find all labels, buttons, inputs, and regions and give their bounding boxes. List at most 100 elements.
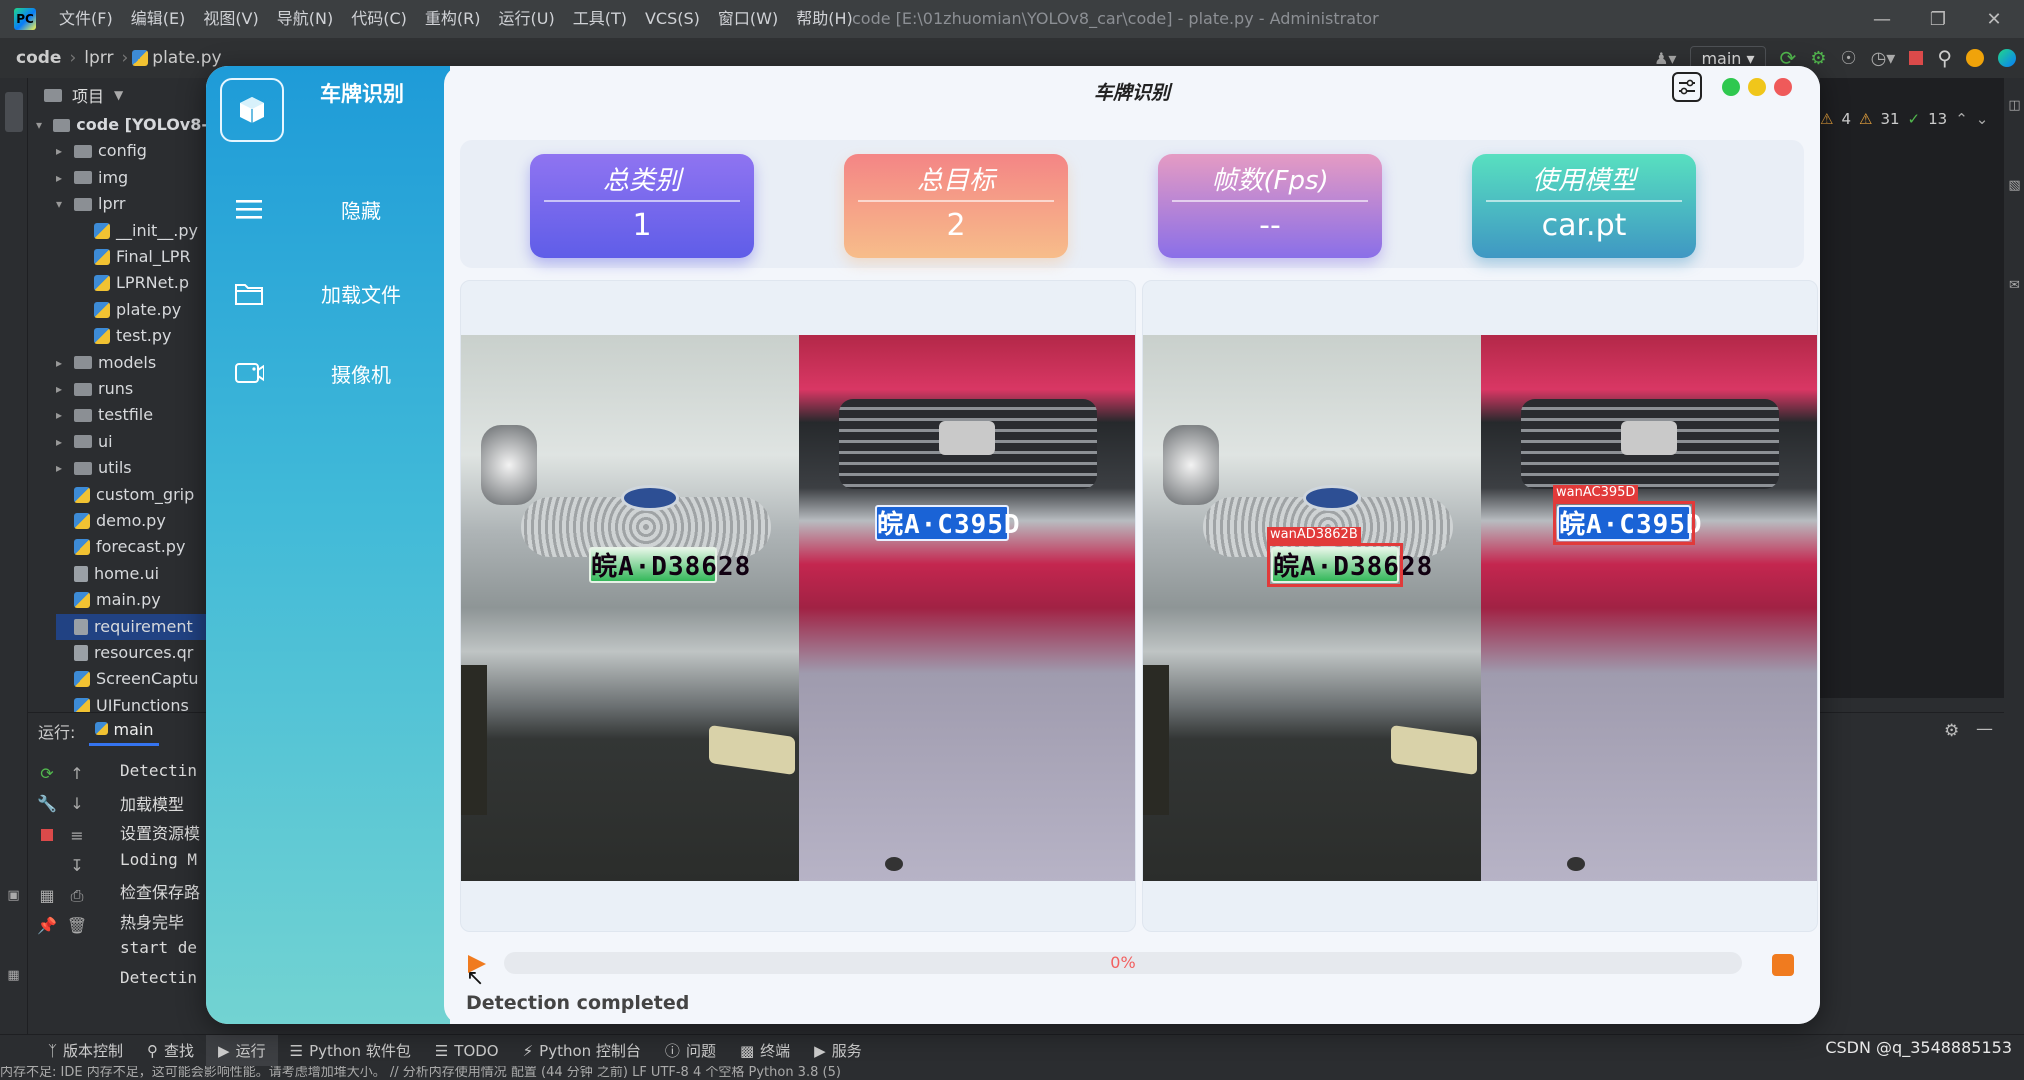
chevron-right-icon[interactable]: ▸ [56, 138, 68, 164]
tree-item[interactable]: main.py [56, 587, 208, 613]
chevron-right-icon[interactable]: ▸ [56, 429, 68, 455]
tree-item[interactable]: ▸ config [56, 138, 208, 164]
coverage-icon[interactable]: ☉ [1840, 48, 1856, 69]
tool-python-console[interactable]: ⚡ Python 控制台 [511, 1035, 653, 1067]
layout-icon[interactable]: ▦ [36, 885, 58, 907]
tree-item[interactable]: ▸ utils [56, 455, 208, 481]
print-icon[interactable]: ⎙ [66, 885, 88, 907]
search-icon[interactable]: ⚲ [1937, 46, 1952, 70]
menu-window[interactable]: 窗口(W) [709, 0, 787, 38]
wrench-icon[interactable]: 🔧 [36, 793, 58, 815]
menu-camera[interactable]: 摄像机 [206, 348, 450, 398]
chevron-right-icon[interactable]: ▸ [56, 350, 68, 376]
close-icon[interactable]: ✕ [1966, 0, 2022, 38]
tree-item[interactable]: forecast.py [56, 534, 208, 560]
chevron-right-icon[interactable]: ▸ [56, 455, 68, 481]
tree-item[interactable]: ▸ models [56, 350, 208, 376]
soft-wrap-icon[interactable]: ≡ [66, 825, 88, 847]
minimize-icon[interactable]: — [1854, 0, 1910, 38]
tool-problems[interactable]: ⓘ 问题 [653, 1035, 728, 1067]
plugin-icon[interactable] [1998, 49, 2016, 67]
menu-help[interactable]: 帮助(H) [787, 0, 862, 38]
tool-label: Python 控制台 [539, 1042, 641, 1060]
tool-version-control[interactable]: ᛉ 版本控制 [36, 1035, 135, 1067]
menu-edit[interactable]: 编辑(E) [122, 0, 195, 38]
tree-item[interactable]: ▸ ui [56, 429, 208, 455]
chevron-right-icon[interactable]: ▸ [56, 165, 68, 191]
project-tool-icon[interactable] [5, 92, 23, 132]
tool-find[interactable]: ⚲ 查找 [135, 1035, 206, 1067]
gear-icon[interactable]: ⚙ [1944, 721, 1959, 741]
bookmarks-tool-icon[interactable]: ▣ [6, 888, 21, 903]
arrow-up-icon[interactable]: ↑ [66, 763, 88, 785]
user-icon[interactable]: ♟▾ [1654, 49, 1676, 68]
scroll-end-icon[interactable]: ↧ [66, 855, 88, 877]
tree-item[interactable]: home.ui [56, 561, 208, 587]
tree-item[interactable]: ▸ img [56, 165, 208, 191]
maximize-dot-button[interactable] [1722, 78, 1740, 96]
tree-item[interactable]: requirement [56, 613, 208, 640]
stop-icon[interactable] [1909, 51, 1924, 65]
hide-panel-icon[interactable]: — [1976, 719, 1993, 739]
structure-tool-icon[interactable]: ▦ [6, 968, 21, 983]
menu-hide[interactable]: 隐藏 [206, 184, 450, 234]
chevron-down-icon[interactable]: ⌄ [1976, 110, 1989, 128]
tool-todo[interactable]: ☰ TODO [423, 1035, 511, 1067]
tree-item[interactable]: ▾ code [YOLOv8- [36, 112, 208, 138]
chevron-right-icon[interactable]: ▸ [56, 376, 68, 402]
tree-item[interactable]: ScreenCaptu [56, 666, 208, 692]
breadcrumb-file[interactable]: plate.py [148, 48, 225, 68]
breadcrumb-root[interactable]: code [12, 48, 65, 68]
tree-item[interactable]: resources.qr [56, 640, 208, 666]
tool-terminal[interactable]: ▩ 终端 [728, 1035, 802, 1067]
tree-item[interactable]: custom_grip [56, 482, 208, 508]
project-label[interactable]: 项目 [72, 83, 104, 107]
menu-refactor[interactable]: 重构(R) [416, 0, 490, 38]
chevron-down-icon[interactable]: ▾ [56, 191, 68, 217]
stop-icon[interactable] [36, 825, 58, 847]
settings-toggle-button[interactable] [1672, 72, 1702, 102]
close-dot-button[interactable] [1774, 78, 1792, 96]
notifications-tool-icon[interactable]: ✉ [2007, 278, 2022, 293]
pin-icon[interactable]: 📌 [36, 915, 58, 937]
tree-item[interactable]: ▸ runs [56, 376, 208, 402]
menu-view[interactable]: 视图(V) [194, 0, 267, 38]
menu-tools[interactable]: 工具(T) [564, 0, 636, 38]
tool-python-packages[interactable]: ☰ Python 软件包 [278, 1035, 423, 1067]
restore-icon[interactable]: ❐ [1910, 0, 1966, 38]
update-icon[interactable] [1966, 49, 1984, 67]
tree-item[interactable]: LPRNet.p [76, 270, 208, 296]
profile-icon[interactable]: ◷▾ [1871, 48, 1896, 69]
menu-load-file[interactable]: 加载文件 [206, 268, 450, 318]
breadcrumb-folder[interactable]: lprr [80, 48, 117, 68]
inspection-summary[interactable]: ⚠ 4 ⚠ 31 ✓ 13 ⌃ ⌄ [1820, 110, 1988, 128]
tool-run[interactable]: ▶ 运行 [206, 1034, 278, 1067]
chevron-right-icon[interactable]: ▸ [56, 402, 68, 428]
sciview-tool-icon[interactable]: ▧ [2007, 178, 2022, 193]
stop-button[interactable] [1772, 954, 1794, 976]
tree-item[interactable]: Final_LPR [76, 244, 208, 270]
tool-services[interactable]: ▶ 服务 [802, 1035, 874, 1067]
menu-vcs[interactable]: VCS(S) [636, 0, 709, 38]
menu-code[interactable]: 代码(C) [342, 0, 416, 38]
arrow-down-icon[interactable]: ↓ [66, 793, 88, 815]
tree-item[interactable]: __init__.py [76, 218, 208, 244]
menu-navigate[interactable]: 导航(N) [268, 0, 342, 38]
tree-item[interactable]: plate.py [76, 297, 208, 323]
tree-item[interactable]: ▾ lprr [56, 191, 208, 217]
tree-item[interactable]: ▸ testfile [56, 402, 208, 428]
rerun-icon[interactable]: ⟳ [36, 763, 58, 785]
trash-icon[interactable]: 🗑 [66, 915, 88, 937]
menu-run[interactable]: 运行(U) [490, 0, 564, 38]
weak-warning-count: 31 [1880, 110, 1900, 128]
database-tool-icon[interactable]: ◫ [2007, 98, 2022, 113]
chevron-up-icon[interactable]: ⌃ [1955, 110, 1968, 128]
chevron-down-icon[interactable]: ▼ [114, 88, 123, 102]
progress-bar[interactable]: 0% [504, 952, 1742, 974]
minimize-dot-button[interactable] [1748, 78, 1766, 96]
tree-item[interactable]: test.py [76, 323, 208, 349]
menu-file[interactable]: 文件(F) [50, 0, 122, 38]
run-tab[interactable]: main [89, 716, 160, 746]
tree-item[interactable]: demo.py [56, 508, 208, 534]
chevron-down-icon[interactable]: ▾ [36, 112, 47, 138]
